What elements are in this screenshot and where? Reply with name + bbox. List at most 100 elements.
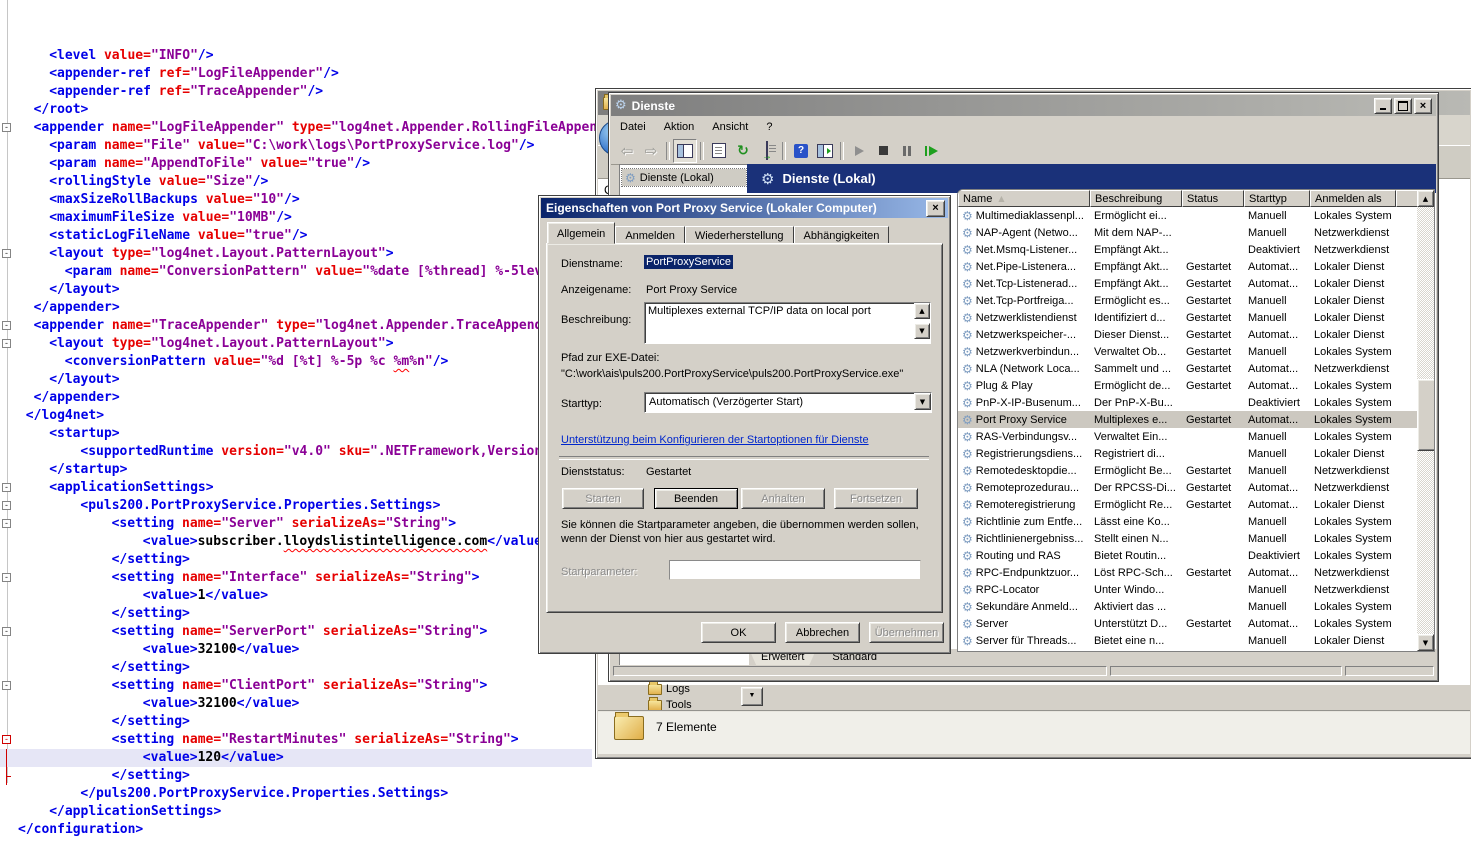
- column-header-starttyp[interactable]: Starttyp: [1244, 190, 1310, 207]
- table-row[interactable]: ⚙Remoteprozedurau...Der RPCSS-Di...Gesta…: [958, 479, 1417, 496]
- abbrechen-button[interactable]: Abbrechen: [785, 622, 860, 643]
- table-row[interactable]: ⚙Plug & PlayErmöglicht de...GestartetAut…: [958, 377, 1417, 394]
- table-row[interactable]: ⚙Port Proxy ServiceMultiplexes e...Gesta…: [958, 411, 1417, 428]
- help-icon[interactable]: ?: [789, 139, 813, 163]
- table-row[interactable]: ⚙PnP-X-IP-Busenum...Der PnP-X-Bu...Deakt…: [958, 394, 1417, 411]
- startparameter-input[interactable]: [669, 560, 921, 580]
- table-row[interactable]: ⚙Net.Msmq-Listener...Empfängt Akt...Deak…: [958, 241, 1417, 258]
- table-row[interactable]: ⚙Netzwerkverbindun...Verwaltet Ob...Gest…: [958, 343, 1417, 360]
- table-row[interactable]: ⚙RPC-Endpunktzuor...Löst RPC-Sch...Gesta…: [958, 564, 1417, 581]
- table-row[interactable]: ⚙Net.Tcp-Portfreiga...Ermöglicht es...Ge…: [958, 292, 1417, 309]
- anzeigename-value: Port Proxy Service: [646, 284, 737, 296]
- table-row[interactable]: ⚙NLA (Network Loca...Sammelt und ...Gest…: [958, 360, 1417, 377]
- fold-collapse-icon[interactable]: -: [2, 519, 11, 528]
- table-row[interactable]: ⚙Registrierungsdiens...Registriert di...…: [958, 445, 1417, 462]
- table-row[interactable]: ⚙ServerUnterstützt D...GestartetAutomat.…: [958, 615, 1417, 632]
- table-row[interactable]: ⚙Multimediaklassenpl...Ermöglicht ei...M…: [958, 207, 1417, 224]
- ok-button[interactable]: OK: [701, 622, 776, 643]
- fold-collapse-icon[interactable]: -: [2, 501, 11, 510]
- tab-anmelden[interactable]: Anmelden: [615, 226, 685, 244]
- table-row[interactable]: ⚙NAP-Agent (Netwo...Mit dem NAP-...Manue…: [958, 224, 1417, 241]
- explorer-tree-item[interactable]: Logs: [648, 683, 690, 695]
- refresh-icon[interactable]: ↻: [731, 139, 755, 163]
- fold-collapse-icon[interactable]: -: [2, 627, 11, 636]
- close-icon[interactable]: ×: [1414, 98, 1432, 114]
- table-row[interactable]: ⚙RPC-LocatorUnter Windo...ManuellNetzwer…: [958, 581, 1417, 598]
- scroll-down-icon[interactable]: ▼: [1417, 634, 1434, 651]
- table-row[interactable]: ⚙Netzwerkspeicher-...Dieser Dienst...Ges…: [958, 326, 1417, 343]
- menu-item-[interactable]: ?: [757, 118, 781, 136]
- code-line[interactable]: <level value="INFO"/>: [0, 47, 1471, 65]
- scroll-down-icon[interactable]: ▼: [914, 323, 930, 339]
- code-line[interactable]: </configuration>: [0, 821, 1471, 839]
- code-line[interactable]: <appender-ref ref="LogFileAppender"/>: [0, 65, 1471, 83]
- table-row[interactable]: ⚙RAS-Verbindungsv...Verwaltet Ein...Manu…: [958, 428, 1417, 445]
- table-row[interactable]: ⚙Richtlinie zum Entfe...Lässt eine Ko...…: [958, 513, 1417, 530]
- fold-collapse-icon[interactable]: -: [2, 321, 11, 330]
- column-header-anmeldenals[interactable]: Anmelden als: [1310, 190, 1396, 207]
- beschreibung-textbox[interactable]: Multiplexes external TCP/IP data on loca…: [644, 302, 931, 344]
- fold-collapse-icon[interactable]: -: [2, 123, 11, 132]
- uebernehmen-button[interactable]: Übernehmen: [869, 622, 944, 643]
- fold-collapse-icon[interactable]: -: [2, 681, 11, 690]
- service-gear-icon: ⚙: [962, 432, 973, 442]
- scroll-up-icon[interactable]: ▲: [1417, 190, 1434, 207]
- console-tree-icon[interactable]: [673, 139, 697, 163]
- maximize-icon[interactable]: [1394, 98, 1412, 114]
- table-row[interactable]: ⚙RemoteregistrierungErmöglicht Re...Gest…: [958, 496, 1417, 513]
- chevron-down-icon[interactable]: ▼: [914, 393, 931, 410]
- fold-collapse-icon[interactable]: -: [2, 339, 11, 348]
- scrollbar-thumb[interactable]: [1417, 379, 1435, 451]
- stop-service-icon[interactable]: [871, 139, 895, 163]
- fold-collapse-icon[interactable]: -: [2, 735, 11, 744]
- fold-collapse-icon[interactable]: -: [2, 573, 11, 582]
- action-pane-icon[interactable]: [813, 139, 837, 163]
- code-line[interactable]: </applicationSettings>: [0, 803, 1471, 821]
- back-icon[interactable]: ⇦: [615, 139, 639, 163]
- dialog-titlebar[interactable]: Eigenschaften von Port Proxy Service (Lo…: [541, 198, 948, 218]
- services-titlebar[interactable]: ⚙ Dienste ×: [611, 95, 1436, 116]
- export-list-icon[interactable]: →: [755, 139, 779, 163]
- service-gear-icon: ⚙: [962, 211, 973, 221]
- restart-service-icon[interactable]: [919, 139, 943, 163]
- code-line[interactable]: </setting>: [0, 767, 1471, 785]
- column-header-name[interactable]: Name▲: [958, 190, 1090, 207]
- table-row[interactable]: ⚙NetzwerklistendienstIdentifiziert d...G…: [958, 309, 1417, 326]
- table-row[interactable]: ⚙Richtlinienergebniss...Stellt einen N..…: [958, 530, 1417, 547]
- fold-collapse-icon[interactable]: -: [2, 483, 11, 492]
- table-row[interactable]: ⚙Net.Tcp-Listenerad...Empfängt Akt...Ges…: [958, 275, 1417, 292]
- starten-button[interactable]: Starten: [562, 488, 644, 509]
- toolbar-separator: [700, 142, 704, 160]
- code-line[interactable]: </puls200.PortProxyService.Properties.Se…: [0, 785, 1471, 803]
- tab-wiederherstellung[interactable]: Wiederherstellung: [685, 226, 794, 244]
- tree-root-item[interactable]: ⚙ Dienste (Lokal): [622, 169, 746, 186]
- fold-collapse-icon[interactable]: -: [2, 249, 11, 258]
- menu-item-ansicht[interactable]: Ansicht: [703, 118, 757, 136]
- tab-abhngigkeiten[interactable]: Abhängigkeiten: [794, 226, 890, 244]
- anhalten-button[interactable]: Anhalten: [741, 488, 825, 509]
- close-icon[interactable]: ×: [926, 200, 945, 217]
- tab-allgemein[interactable]: Allgemein: [547, 222, 615, 244]
- pause-service-icon[interactable]: [895, 139, 919, 163]
- fortsetzen-button[interactable]: Fortsetzen: [834, 488, 918, 509]
- menu-item-datei[interactable]: Datei: [611, 118, 655, 136]
- start-service-icon[interactable]: [847, 139, 871, 163]
- table-row[interactable]: ⚙Routing und RASBietet Routin...Deaktivi…: [958, 547, 1417, 564]
- dropdown-arrow-button[interactable]: ▼: [741, 687, 763, 706]
- table-row[interactable]: ⚙Sekundäre Anmeld...Aktiviert das ...Man…: [958, 598, 1417, 615]
- startoptions-help-link[interactable]: Unterstützung beim Konfigurieren der Sta…: [561, 434, 869, 446]
- column-header-beschreibung[interactable]: Beschreibung: [1090, 190, 1182, 207]
- forward-icon[interactable]: ⇨: [639, 139, 663, 163]
- services-app-icon: ⚙: [615, 98, 627, 113]
- table-scrollbar[interactable]: ▲ ▼: [1417, 190, 1434, 651]
- table-row[interactable]: ⚙Net.Pipe-Listenera...Empfängt Akt...Ges…: [958, 258, 1417, 275]
- starttyp-combobox[interactable]: Automatisch (Verzögerter Start) ▼: [644, 392, 932, 413]
- beenden-button[interactable]: Beenden: [654, 488, 738, 509]
- menu-item-aktion[interactable]: Aktion: [655, 118, 704, 136]
- minimize-icon[interactable]: [1374, 98, 1392, 114]
- table-row[interactable]: ⚙Remotedesktopdie...Ermöglicht Be...Gest…: [958, 462, 1417, 479]
- properties-icon[interactable]: [707, 139, 731, 163]
- table-row[interactable]: ⚙Server für Threads...Bietet eine n...Ma…: [958, 632, 1417, 649]
- scroll-up-icon[interactable]: ▲: [914, 303, 930, 319]
- column-header-status[interactable]: Status: [1182, 190, 1244, 207]
